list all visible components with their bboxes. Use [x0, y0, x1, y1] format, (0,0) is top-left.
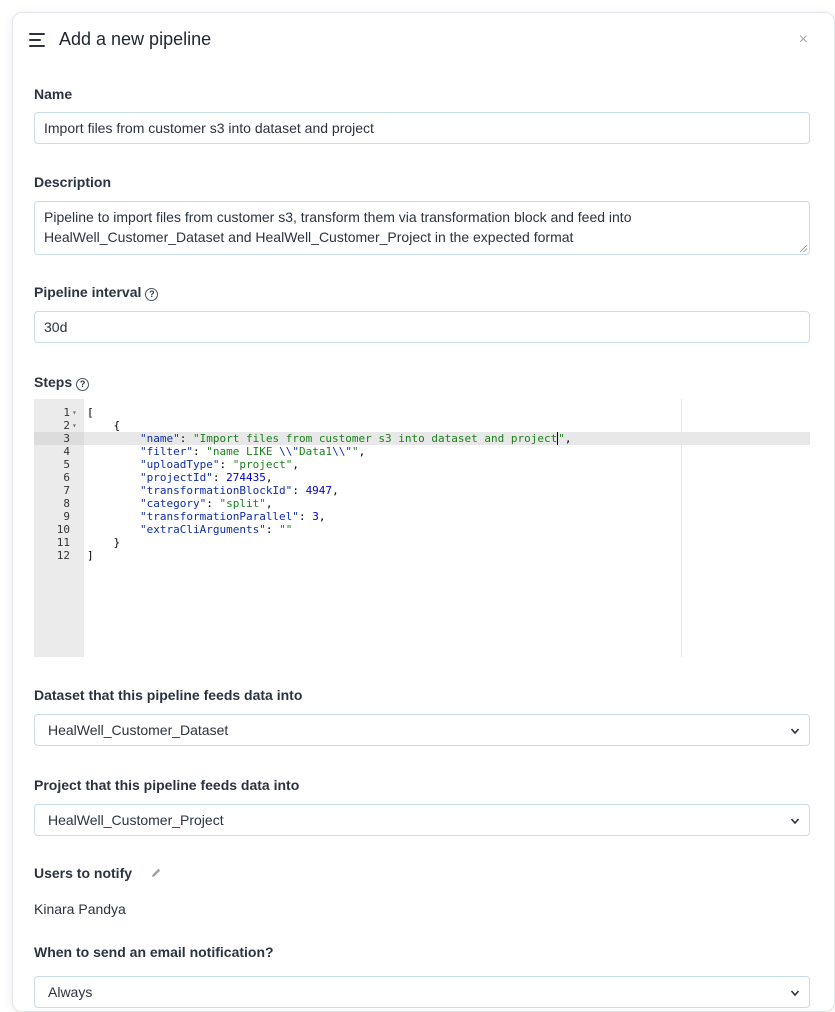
add-pipeline-dialog: Add a new pipeline × Name Import files f…	[12, 12, 835, 1012]
code-text: "filter": "name LIKE \\"Data1\\"",	[139, 445, 366, 458]
code-text: "name": "Import files from customer s3 i…	[139, 432, 572, 445]
steps-code-editor[interactable]: 1 ▾ [2 ▾ {3 "name": "Import files from cust…	[34, 399, 810, 657]
line-number: 8	[63, 497, 70, 510]
dialog-title: Add a new pipeline	[59, 29, 212, 49]
dataset-selected-value: HealWell_Customer_Dataset	[48, 722, 229, 738]
dataset-label: Dataset that this pipeline feeds data in…	[34, 687, 303, 703]
chevron-down-icon	[790, 818, 800, 825]
dataset-select[interactable]: HealWell_Customer_Dataset	[34, 714, 810, 746]
name-input-value: Import files from customer s3 into datas…	[44, 120, 374, 136]
code-line[interactable]: 3 "name": "Import files from customer s3…	[34, 432, 810, 445]
code-line[interactable]: 2 ▾ {	[34, 419, 810, 432]
steps-label-text: Steps	[34, 374, 73, 390]
code-text: {	[87, 419, 121, 432]
code-text: "transformationParallel": 3,	[139, 510, 326, 523]
interval-label-text: Pipeline interval	[34, 284, 142, 300]
project-select[interactable]: HealWell_Customer_Project	[34, 804, 810, 836]
code-text: }	[87, 536, 121, 549]
code-line[interactable]: 1 ▾ [	[34, 406, 810, 419]
name-input[interactable]: Import files from customer s3 into datas…	[34, 112, 810, 144]
line-number: 7	[63, 484, 70, 497]
code-text: "projectId": 274435,	[139, 471, 273, 484]
code-text: "category": "split",	[139, 497, 273, 510]
fold-toggle-icon[interactable]: ▾	[72, 419, 77, 432]
line-number: 1	[63, 406, 70, 419]
help-icon[interactable]: ?	[145, 288, 159, 301]
description-textarea[interactable]: Pipeline to import files from customer s…	[34, 201, 810, 255]
line-number: 2	[63, 419, 70, 432]
project-selected-value: HealWell_Customer_Project	[48, 812, 224, 828]
code-line[interactable]: 8 "category": "split",	[34, 497, 810, 510]
code-text: "transformationBlockId": 4947,	[139, 484, 339, 497]
description-label: Description	[34, 174, 112, 190]
code-line[interactable]: 9 "transformationParallel": 3,	[34, 510, 810, 523]
hamburger-menu-icon	[29, 33, 45, 47]
line-number: 11	[56, 536, 70, 549]
chevron-down-icon	[790, 728, 800, 735]
pencil-icon[interactable]	[150, 867, 162, 879]
code-text: [	[87, 406, 94, 419]
help-icon[interactable]: ?	[76, 378, 90, 391]
line-number: 10	[56, 523, 70, 536]
line-number: 12	[56, 549, 70, 562]
email-when-selected-value: Always	[48, 984, 93, 1000]
name-label: Name	[34, 86, 73, 102]
code-text: ]	[87, 549, 94, 562]
code-line[interactable]: 6 "projectId": 274435,	[34, 471, 810, 484]
line-number: 9	[63, 510, 70, 523]
steps-label: Steps?	[34, 374, 90, 391]
notify-users-list: Kinara Pandya	[34, 901, 126, 917]
close-icon[interactable]: ×	[799, 31, 808, 49]
dialog-header: Add a new pipeline ×	[13, 13, 834, 69]
resize-handle-icon[interactable]	[799, 244, 807, 252]
code-text: "extraCliArguments": ""	[139, 523, 293, 536]
description-value: Pipeline to import files from customer s…	[44, 209, 632, 245]
line-number: 4	[63, 445, 70, 458]
code-text: "uploadType": "project",	[139, 458, 299, 471]
code-line[interactable]: 12]	[34, 549, 810, 562]
fold-toggle-icon[interactable]: ▾	[72, 406, 77, 419]
interval-input-value: 30d	[44, 319, 68, 335]
line-number: 6	[63, 471, 70, 484]
code-line[interactable]: 11 }	[34, 536, 810, 549]
notify-label-text: Users to notify	[34, 865, 133, 881]
code-line[interactable]: 5 "uploadType": "project",	[34, 458, 810, 471]
code-line[interactable]: 10 "extraCliArguments": ""	[34, 523, 810, 536]
interval-input[interactable]: 30d	[34, 311, 810, 343]
notify-label: Users to notify	[34, 865, 162, 881]
email-when-select[interactable]: Always	[34, 976, 810, 1008]
code-line[interactable]: 4 "filter": "name LIKE \\"Data1\\"",	[34, 445, 810, 458]
line-number: 3	[63, 432, 70, 445]
email-when-label: When to send an email notification?	[34, 944, 274, 960]
interval-label: Pipeline interval?	[34, 284, 159, 301]
line-number: 5	[63, 458, 70, 471]
project-label: Project that this pipeline feeds data in…	[34, 777, 300, 793]
chevron-down-icon	[790, 990, 800, 997]
code-line[interactable]: 7 "transformationBlockId": 4947,	[34, 484, 810, 497]
